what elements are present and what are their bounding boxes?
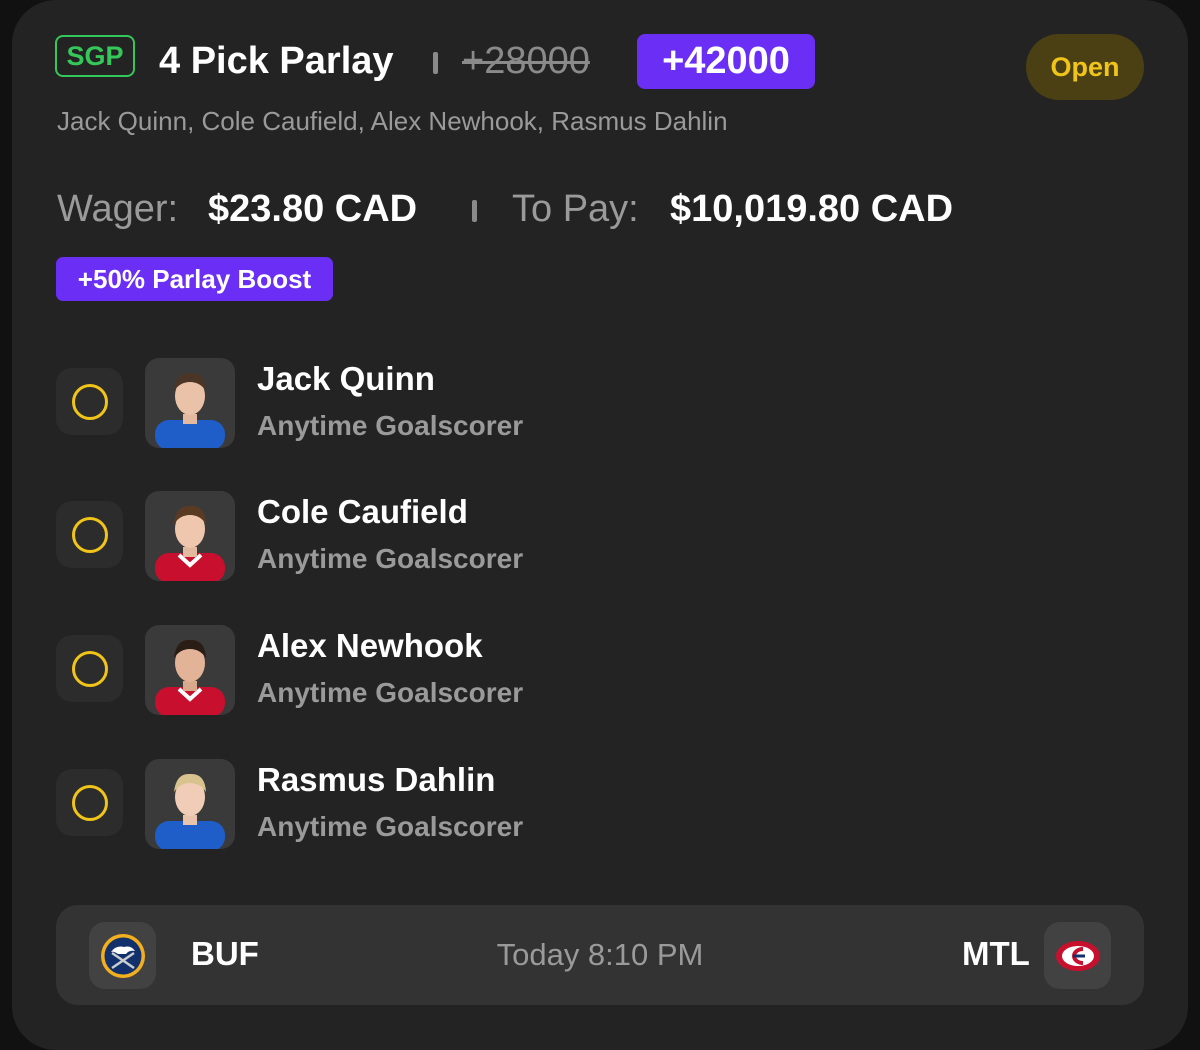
player-headshot	[145, 358, 235, 448]
leg-row[interactable]: Cole Caufield Anytime Goalscorer	[56, 491, 756, 581]
pending-status-icon	[56, 635, 123, 702]
player-headshot	[145, 759, 235, 849]
bet-title: 4 Pick Parlay	[159, 40, 394, 82]
player-name: Alex Newhook	[257, 627, 483, 664]
game-info-bar[interactable]: BUF Today 8:10 PM MTL	[56, 905, 1144, 1005]
payout-amount: $10,019.80 CAD	[670, 188, 954, 230]
market-label: Anytime Goalscorer	[257, 677, 524, 708]
status-badge: Open	[1026, 34, 1144, 100]
leg-row[interactable]: Rasmus Dahlin Anytime Goalscorer	[56, 759, 756, 849]
wager-label: Wager:	[57, 188, 179, 230]
pending-status-icon	[56, 368, 123, 435]
market-label: Anytime Goalscorer	[257, 410, 524, 441]
wager-amount: $23.80 CAD	[208, 188, 418, 230]
amount-divider	[472, 200, 477, 222]
parlay-boost-badge: +50% Parlay Boost	[56, 257, 333, 301]
canadiens-logo-icon	[1044, 922, 1111, 989]
player-name: Jack Quinn	[257, 360, 435, 397]
market-label: Anytime Goalscorer	[257, 543, 524, 574]
boosted-odds: +42000	[637, 34, 815, 89]
player-headshot	[145, 491, 235, 581]
pending-status-icon	[56, 501, 123, 568]
home-team-abbr: MTL	[962, 935, 1030, 972]
payout-label: To Pay:	[512, 188, 639, 230]
header-divider	[433, 52, 438, 74]
selections-summary: Jack Quinn, Cole Caufield, Alex Newhook,…	[57, 106, 728, 136]
sgp-badge: SGP	[55, 35, 135, 77]
player-name: Rasmus Dahlin	[257, 761, 496, 798]
player-name: Cole Caufield	[257, 493, 468, 530]
pending-status-icon	[56, 769, 123, 836]
leg-row[interactable]: Alex Newhook Anytime Goalscorer	[56, 625, 756, 715]
bet-card[interactable]: SGP 4 Pick Parlay +28000 +42000 Open Jac…	[12, 0, 1188, 1050]
leg-row[interactable]: Jack Quinn Anytime Goalscorer	[56, 358, 756, 448]
player-headshot	[145, 625, 235, 715]
market-label: Anytime Goalscorer	[257, 811, 524, 842]
original-odds: +28000	[462, 40, 590, 82]
